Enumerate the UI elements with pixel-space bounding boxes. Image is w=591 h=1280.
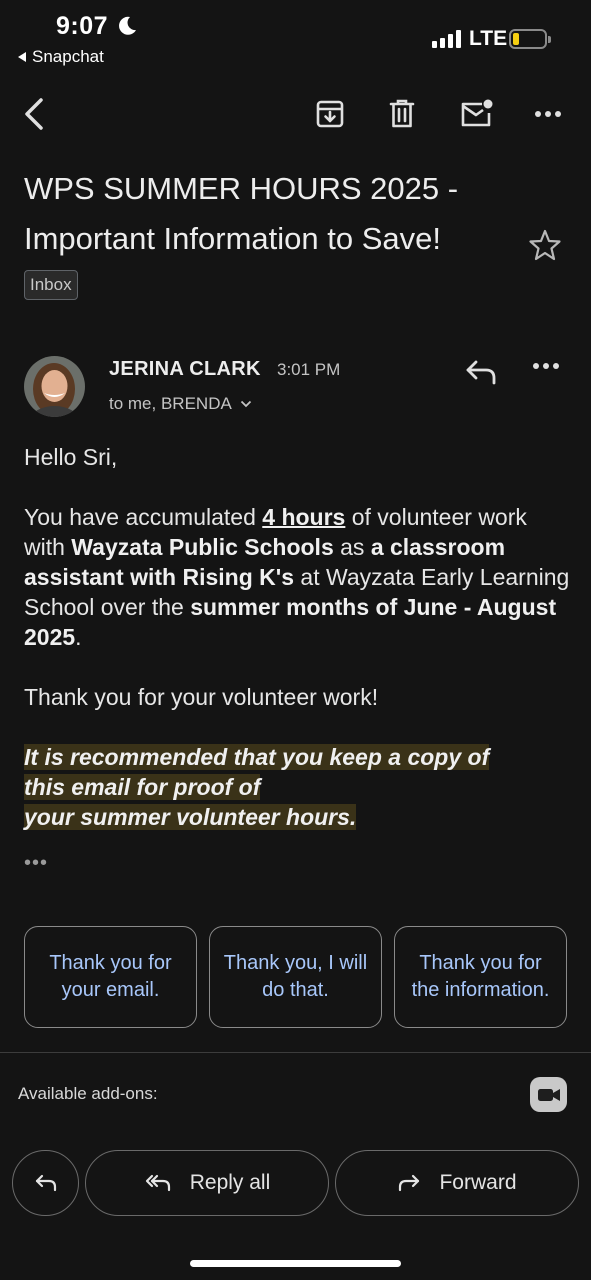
reply-all-label: Reply all xyxy=(189,1171,271,1194)
recipients-text: to me, BRENDA xyxy=(109,394,232,413)
smart-reply-1[interactable]: Thank you for your email. xyxy=(24,926,197,1028)
highlight-line-2: this email for proof of xyxy=(24,774,261,800)
show-trimmed-content[interactable]: ••• xyxy=(24,852,48,875)
status-time: 9:07 xyxy=(56,12,109,40)
mark-unread-icon[interactable] xyxy=(458,96,494,132)
sender-name: JERINA CLARK xyxy=(109,358,261,380)
chevron-down-icon xyxy=(240,400,251,408)
star-icon[interactable] xyxy=(528,228,562,262)
email-subject: WPS SUMMER HOURS 2025 - Important Inform… xyxy=(24,171,459,256)
reply-icon[interactable] xyxy=(464,358,498,386)
archive-icon[interactable] xyxy=(312,96,348,132)
smart-reply-3[interactable]: Thank you for the information. xyxy=(394,926,567,1028)
trash-icon[interactable] xyxy=(384,96,420,132)
reply-all-icon xyxy=(145,1174,170,1192)
greeting: Hello Sri, xyxy=(24,444,118,470)
forward-label: Forward xyxy=(439,1171,517,1194)
inbox-label-chip[interactable]: Inbox xyxy=(24,270,78,300)
smart-reply-2[interactable]: Thank you, I will do that. xyxy=(209,926,382,1028)
thank-you-line: Thank you for your volunteer work! xyxy=(24,684,379,710)
email-body: Hello Sri, You have accumulated 4 hours … xyxy=(24,442,574,832)
network-type: LTE xyxy=(469,27,508,50)
battery-icon xyxy=(509,29,551,49)
highlight-line-3: your summer volunteer hours. xyxy=(24,804,357,830)
sender-avatar[interactable] xyxy=(24,356,85,417)
body-paragraph-hours: You have accumulated 4 hours of voluntee… xyxy=(24,504,570,650)
message-more-icon[interactable] xyxy=(532,362,560,370)
back-app-label: Snapchat xyxy=(32,47,104,66)
reply-all-button[interactable]: Reply all xyxy=(85,1150,329,1216)
video-camera-addon-icon[interactable] xyxy=(530,1077,567,1112)
reply-icon xyxy=(35,1174,56,1192)
cellular-signal-icon xyxy=(432,30,461,48)
reply-button[interactable] xyxy=(12,1150,79,1216)
home-indicator[interactable] xyxy=(190,1260,401,1267)
recipients-toggle[interactable]: to me, BRENDA xyxy=(109,394,252,414)
back-arrow-icon[interactable] xyxy=(16,96,52,132)
back-triangle-icon xyxy=(18,52,26,62)
forward-icon xyxy=(399,1174,420,1192)
forward-button[interactable]: Forward xyxy=(335,1150,579,1216)
back-to-app-link[interactable]: Snapchat xyxy=(18,47,104,67)
email-time: 3:01 PM xyxy=(277,360,341,379)
focus-moon-icon xyxy=(119,16,136,35)
divider xyxy=(0,1052,591,1053)
highlight-line-1: It is recommended that you keep a copy o… xyxy=(24,744,490,770)
addons-label: Available add-ons: xyxy=(18,1084,158,1103)
more-options-icon[interactable] xyxy=(530,96,566,132)
